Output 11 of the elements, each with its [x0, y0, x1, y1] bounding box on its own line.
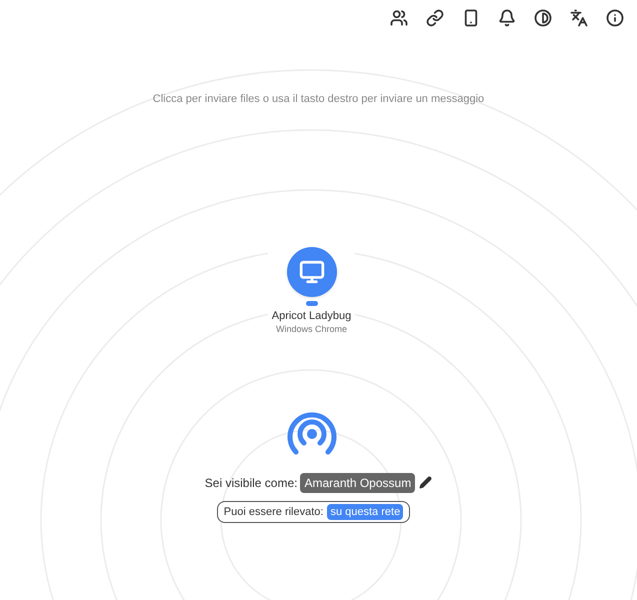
discoverable-scope[interactable]: su questa rete — [327, 504, 404, 520]
visible-as-label: Sei visibile come: — [204, 474, 298, 492]
status-indicator — [306, 300, 318, 306]
peer-device[interactable]: Apricot Ladybug Windows Chrome — [268, 246, 356, 334]
display-name[interactable]: Amaranth Opossum — [300, 472, 416, 492]
peer-device-type: Windows Chrome — [276, 322, 348, 334]
instructions-text: Clicca per inviare files o usa il tasto destro per inviare un messaggio — [152, 93, 484, 105]
peer-name: Apricot Ladybug — [272, 308, 352, 322]
edit-icon[interactable] — [419, 476, 432, 489]
discoverable-label: Puoi essere rilevato: — [224, 504, 324, 520]
monitor-icon — [286, 246, 336, 296]
